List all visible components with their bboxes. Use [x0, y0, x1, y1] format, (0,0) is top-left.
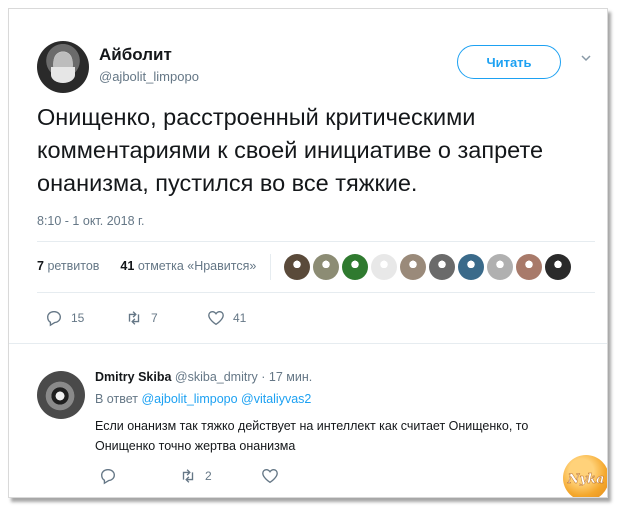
reply-icon: [47, 311, 61, 327]
reply-to-users[interactable]: @ajbolit_limpopo @vitaliyvas2: [141, 392, 311, 406]
reply-author-handle[interactable]: @skiba_dmitry: [175, 370, 258, 384]
reply-tweet[interactable]: Dmitry Skiba @skiba_dmitry · 17 мин. В о…: [9, 349, 607, 497]
tweet-timestamp[interactable]: 8:10 - 1 окт. 2018 г.: [37, 214, 145, 228]
retweet-icon: [128, 311, 140, 325]
tweet-text: Онищенко, расстроенный критическими комм…: [37, 104, 544, 196]
heart-icon: [208, 311, 224, 326]
liker-avatar[interactable]: [284, 254, 310, 280]
follow-button[interactable]: Читать: [457, 45, 561, 79]
reply-author-name[interactable]: Dmitry Skiba: [95, 370, 171, 384]
logo-icon: Nyka: [566, 472, 605, 487]
chevron-down-icon[interactable]: [581, 53, 591, 63]
liker-avatar[interactable]: [458, 254, 484, 280]
site-logo-watermark: Nyka: [563, 455, 607, 497]
reply-retweet-button[interactable]: 2: [179, 467, 212, 485]
divider: [37, 241, 595, 242]
retweet-button[interactable]: 7: [125, 309, 158, 327]
likes-count[interactable]: 41: [120, 259, 134, 273]
reply-to-line: В ответ @ajbolit_limpopo @vitaliyvas2: [95, 392, 311, 406]
reply-time[interactable]: · 17 мин.: [261, 370, 312, 384]
retweet-icon: [182, 469, 194, 483]
like-count: 41: [233, 311, 247, 325]
liker-avatar[interactable]: [487, 254, 513, 280]
reply-text: Если онанизм так тяжко действует на инте…: [95, 419, 529, 453]
liker-avatar[interactable]: [342, 254, 368, 280]
reply-like-button[interactable]: [261, 467, 279, 485]
reply-retweet-count: 2: [205, 469, 212, 483]
likes-label[interactable]: отметка «Нравится»: [138, 259, 257, 273]
liker-avatar[interactable]: [429, 254, 455, 280]
reply-button[interactable]: 15: [45, 309, 84, 327]
reply-header: Dmitry Skiba @skiba_dmitry · 17 мин.: [95, 370, 312, 384]
author-handle[interactable]: @ajbolit_limpopo: [99, 69, 199, 84]
reply-to-prefix: В ответ: [95, 392, 138, 406]
retweets-count[interactable]: 7: [37, 259, 44, 273]
liker-avatars: [270, 250, 571, 284]
reply-count: 15: [71, 311, 85, 325]
reply-author-avatar[interactable]: [37, 371, 85, 419]
divider: [37, 292, 595, 293]
like-button[interactable]: 41: [207, 309, 246, 327]
author-name[interactable]: Айболит: [99, 45, 172, 65]
retweet-count: 7: [151, 311, 158, 325]
liker-avatar[interactable]: [516, 254, 542, 280]
logo-text: Nyka: [567, 472, 605, 487]
liker-avatar[interactable]: [400, 254, 426, 280]
liker-avatar[interactable]: [371, 254, 397, 280]
reply-icon: [101, 469, 115, 485]
retweets-label[interactable]: ретвитов: [47, 259, 99, 273]
heart-icon: [262, 469, 278, 484]
tweet-card: Айболит @ajbolit_limpopo Читать Онищенко…: [8, 8, 608, 498]
tweet-stats: 7 ретвитов 41 отметка «Нравится»: [37, 259, 256, 273]
liker-avatar[interactable]: [545, 254, 571, 280]
divider: [9, 343, 607, 344]
liker-avatar[interactable]: [313, 254, 339, 280]
author-avatar[interactable]: [37, 41, 89, 93]
reply-reply-button[interactable]: [99, 467, 117, 485]
